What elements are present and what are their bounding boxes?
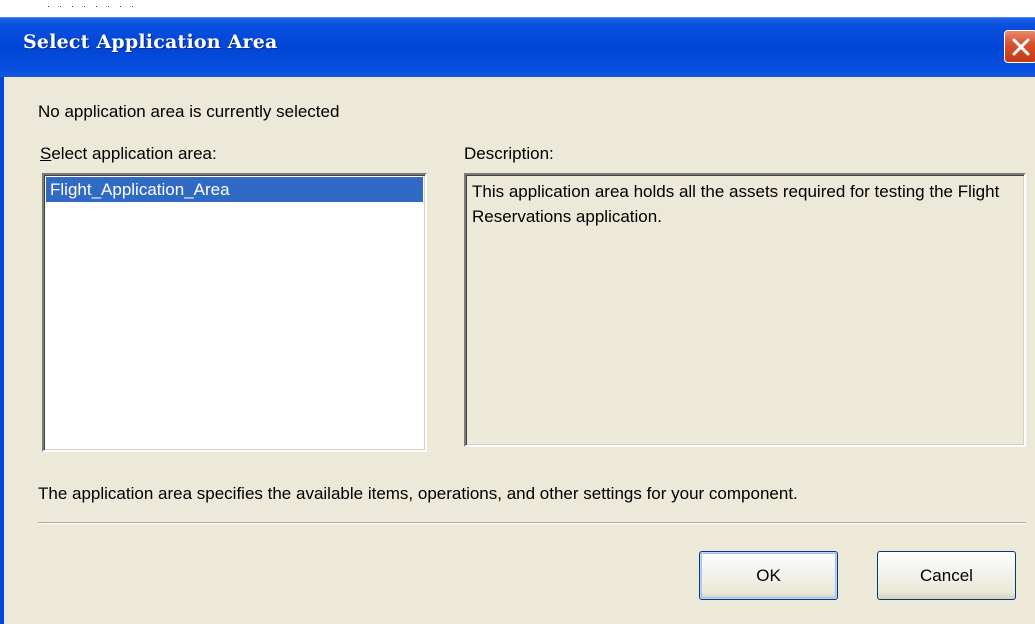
dialog-title: Select Application Area <box>23 31 278 53</box>
select-label-accelerator: S <box>40 144 52 163</box>
title-bar[interactable]: Select Application Area <box>0 17 1035 77</box>
background-window-strip <box>0 0 1035 17</box>
info-text: The application area specifies the avail… <box>38 484 798 503</box>
background-toolbar-fragment <box>48 0 158 7</box>
close-button[interactable] <box>1004 30 1035 63</box>
select-label-text: elect application area: <box>51 144 217 163</box>
list-item-flight-application-area[interactable]: Flight_Application_Area <box>46 177 423 202</box>
ok-button[interactable]: OK <box>699 551 838 600</box>
select-application-area-dialog: Select Application Area No application a… <box>0 0 1035 624</box>
application-area-list[interactable]: Flight_Application_Area <box>42 173 427 452</box>
selection-status-text: No application area is currently selecte… <box>38 102 340 121</box>
description-label: Description: <box>464 144 554 163</box>
close-icon <box>1012 38 1030 56</box>
separator <box>38 522 1026 524</box>
dialog-body: No application area is currently selecte… <box>0 77 1035 624</box>
cancel-button[interactable]: Cancel <box>877 551 1016 600</box>
select-application-area-label: Select application area: <box>40 144 217 164</box>
description-box: This application area holds all the asse… <box>464 173 1026 447</box>
description-text: This application area holds all the asse… <box>472 182 1000 226</box>
